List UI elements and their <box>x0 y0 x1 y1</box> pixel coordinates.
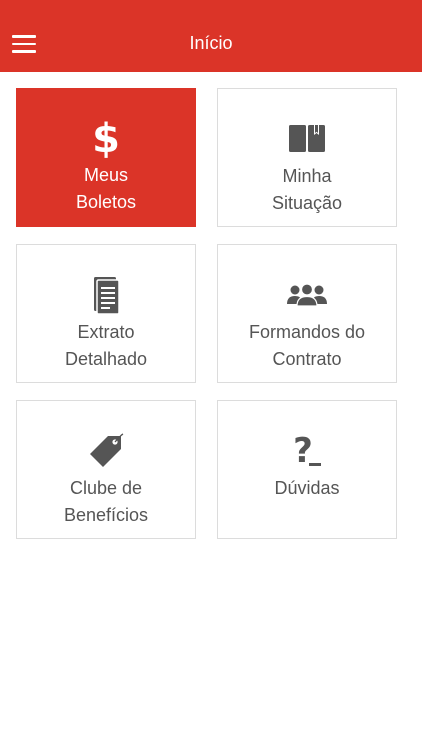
tile-label: Meus Boletos <box>25 162 187 216</box>
tile-label: Dúvidas <box>226 475 388 502</box>
tile-label-line: Contrato <box>272 349 342 369</box>
book-icon-svg <box>289 125 325 152</box>
tile-duvidas[interactable]: ? Dúvidas <box>217 400 397 539</box>
book-icon <box>218 117 396 161</box>
tile-minha-situacao[interactable]: Minha Situação <box>217 88 397 227</box>
tile-label-line: Benefícios <box>63 505 149 525</box>
app-screen: Início $ Meus Boletos Minha Situação Ext… <box>0 0 422 750</box>
top-app-bar: Início <box>0 0 422 72</box>
tile-label: Extrato Detalhado <box>25 319 187 373</box>
tile-label-line: Situação <box>271 193 343 213</box>
tag-icon <box>17 429 195 473</box>
question-glyph: ? <box>293 431 313 471</box>
tile-label-line: Formandos do <box>248 322 366 342</box>
page-title: Início <box>189 33 233 53</box>
tile-label-line: Meus <box>83 165 128 185</box>
tile-label-line: Detalhado <box>64 349 148 369</box>
dollar-glyph: $ <box>92 116 120 162</box>
tile-label-line: Clube de <box>69 478 143 498</box>
tile-label-line: Boletos <box>75 192 137 212</box>
tile-label-line: Extrato <box>77 322 135 342</box>
document-icon-svg <box>94 277 120 314</box>
tag-icon-svg <box>90 433 124 467</box>
tile-meus-boletos[interactable]: $ Meus Boletos <box>16 88 196 227</box>
tile-label: Formandos do Contrato <box>226 319 388 373</box>
tile-formandos-do-contrato[interactable]: Formandos do Contrato <box>217 244 397 383</box>
question-icon: ? <box>218 429 396 473</box>
tile-label-line: Minha <box>282 166 332 186</box>
tile-label: Clube de Benefícios <box>25 475 187 529</box>
users-icon-svg <box>287 283 327 307</box>
tile-clube-de-beneficios[interactable]: Clube de Benefícios <box>16 400 196 539</box>
tile-label: Minha Situação <box>226 163 388 217</box>
tile-label-line: Dúvidas <box>274 478 340 498</box>
tile-extrato-detalhado[interactable]: Extrato Detalhado <box>16 244 196 383</box>
document-icon <box>17 273 195 317</box>
users-icon <box>218 273 396 317</box>
dollar-icon: $ <box>17 117 195 161</box>
